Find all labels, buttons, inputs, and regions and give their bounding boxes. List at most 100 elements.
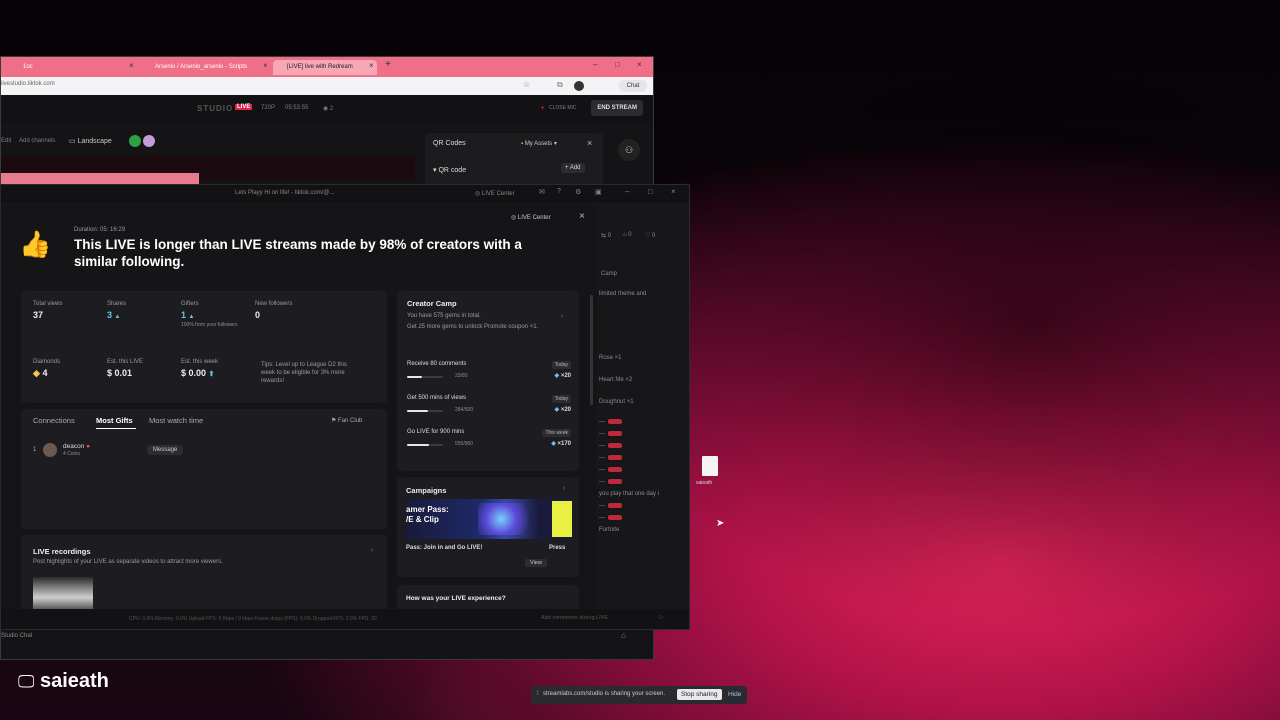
maximize-icon[interactable]: □ [648, 187, 653, 196]
browser-tab-active[interactable]: [LIVE] live with Redream [273, 60, 377, 75]
live-center-badge-label: LIVE Center [517, 215, 551, 221]
campaign-banner[interactable]: amer Pass: /E & Clip [406, 499, 572, 539]
creator-camp-title: Creator Camp [407, 299, 457, 308]
gifter-name: deacon ● [63, 443, 90, 450]
star-icon[interactable]: ☆ [523, 80, 530, 89]
unlock-hint: Get 25 more gems to unlock Promote coupo… [407, 324, 539, 330]
gem-icon: ◆ [554, 407, 560, 413]
feedback-prompt: How was your LIVE experience? [406, 595, 506, 602]
stat-label: Gifters [181, 301, 199, 307]
earning-label: Est. this week [181, 359, 219, 365]
studio-header: STUDIO LIVE 720P 05:53:55 ◉ 2 ● CLOSE MI… [1, 95, 653, 123]
close-window-icon[interactable]: × [671, 187, 676, 196]
live-center-toolbar[interactable]: ◎ LIVE Center [475, 190, 515, 197]
close-tab-icon[interactable]: × [263, 61, 268, 70]
drag-handle-icon[interactable]: ⁞ [537, 691, 539, 697]
studio-chat-label: Studio Chat [1, 633, 33, 639]
close-icon[interactable]: × [587, 138, 592, 148]
tab-most-watch-time[interactable]: Most watch time [149, 416, 203, 425]
limited-theme-text: limited theme and [599, 291, 647, 297]
window-titlebar: Lets Playy Hi on life! - tiktok.com/@...… [1, 185, 689, 203]
notification-icon[interactable]: ✉ [539, 188, 545, 196]
studio-logo: STUDIO [197, 104, 234, 113]
stat-gifters: Gifters 1 ▲ 100% from your followers [181, 301, 251, 328]
task-name: Receive 80 comments [407, 361, 467, 367]
scrollbar[interactable] [590, 295, 593, 405]
tab-most-gifts[interactable]: Most Gifts [96, 416, 133, 425]
task-progress-track [407, 410, 443, 412]
qr-code-section[interactable]: ▾ QR code [433, 166, 466, 174]
minimize-icon[interactable]: – [593, 60, 597, 69]
maximize-icon[interactable]: □ [615, 60, 620, 69]
file-icon[interactable] [702, 456, 718, 476]
my-assets-dropdown[interactable]: ▪ My Assets ▾ [521, 140, 557, 147]
add-button[interactable]: + Add [561, 163, 585, 173]
close-tab-icon[interactable]: × [369, 61, 374, 70]
url-text[interactable]: livestudio.tiktok.com [1, 81, 55, 87]
address-bar[interactable]: livestudio.tiktok.com ☆ ⧉ Chat [1, 77, 653, 95]
message-button[interactable]: Message [147, 445, 184, 455]
task-reward-value: ×20 [560, 373, 571, 379]
close-window-icon[interactable]: × [637, 60, 642, 69]
add-channels-button[interactable]: Add channels [19, 138, 55, 144]
list-item: — [599, 455, 685, 467]
settings-icon[interactable]: ⚙ [575, 188, 581, 196]
task-progress-fill [407, 444, 430, 446]
gift-event: Rose ×1 [599, 355, 622, 361]
view-button[interactable]: View [525, 559, 547, 567]
earning-label: Diamonds [33, 359, 61, 365]
recording-thumbnail[interactable] [33, 577, 93, 611]
camp-task: Go LIVE for 900 mins This week 555/900 ◆… [407, 429, 571, 461]
tab-connections[interactable]: Connections [33, 416, 75, 425]
chat-label: Chat [626, 83, 640, 89]
counter-value: 0 [652, 233, 656, 239]
gifter-rank: 1 [33, 447, 37, 453]
close-mic-button[interactable]: CLOSE MIC [549, 105, 577, 111]
close-tab-icon[interactable]: × [129, 61, 134, 70]
campaign-caption: Pass: Join in and Go LIVE! [406, 545, 483, 551]
minimize-icon[interactable]: – [625, 187, 629, 196]
stream-timer: 05:53:55 [285, 105, 309, 111]
campaigns-card: Campaigns › amer Pass: /E & Clip Pass: J… [397, 477, 579, 577]
task-progress: 555/900 [455, 441, 474, 447]
headline: This LIVE is longer than LIVE streams ma… [74, 237, 522, 269]
qr-panel: QR Codes ▪ My Assets ▾ × ▾ QR code + Add [425, 133, 603, 185]
close-icon[interactable]: × [579, 211, 585, 222]
browser-tab[interactable]: 1oc [9, 60, 127, 75]
comment-input[interactable]: Add comments during LIVE [541, 615, 608, 621]
task-progress: 33/80 [455, 373, 468, 379]
help-icon[interactable]: ⌂ [621, 631, 626, 640]
earning-value: $ 0.00 [181, 368, 207, 378]
emoji-icon[interactable]: ☺ [657, 614, 664, 621]
stop-sharing-button[interactable]: Stop sharing [677, 689, 722, 700]
user-add-icon[interactable]: ⚇ [618, 139, 640, 161]
gifts-panel: Connections Most Gifts Most watch time ⚑… [21, 409, 387, 529]
new-tab-icon[interactable]: + [385, 59, 391, 70]
chevron-right-icon[interactable]: › [371, 547, 373, 554]
level-badge [608, 443, 622, 448]
landscape-toggle[interactable]: ▭ Landscape [69, 137, 112, 145]
live-center-badge[interactable]: ◎ LIVE Center [511, 214, 551, 221]
end-stream-button[interactable]: END STREAM [591, 100, 643, 116]
help-circle-icon[interactable]: ? [557, 188, 561, 195]
recordings-title: LIVE recordings [33, 547, 91, 556]
gifter-coins: 4 Coins [63, 451, 80, 457]
fan-club-link[interactable]: ⚑ Fan Club [331, 417, 362, 424]
profile-avatar[interactable] [574, 81, 584, 91]
recordings-description: Post highlights of your LIVE as separate… [33, 559, 223, 565]
file-label[interactable]: saieath [696, 480, 712, 486]
comment-text: Fortnite [599, 527, 620, 533]
list-item: — [599, 467, 685, 479]
task-reward: ◆ ×20 [555, 406, 571, 413]
chevron-right-icon[interactable]: › [561, 313, 563, 320]
list-item: — [599, 503, 685, 515]
screen-icon[interactable]: ▣ [595, 188, 602, 196]
chevron-right-icon[interactable]: › [563, 485, 565, 492]
chat-button[interactable]: Chat [619, 80, 647, 92]
avatar [129, 135, 141, 147]
browser-tab[interactable]: Arsenio / Arsenio_arsenio - Scripts [141, 60, 259, 75]
hide-button[interactable]: Hide [728, 691, 741, 698]
live-badge: LIVE [235, 104, 253, 110]
extensions-icon[interactable]: ⧉ [557, 80, 563, 90]
edit-button[interactable]: Edit [1, 138, 11, 144]
